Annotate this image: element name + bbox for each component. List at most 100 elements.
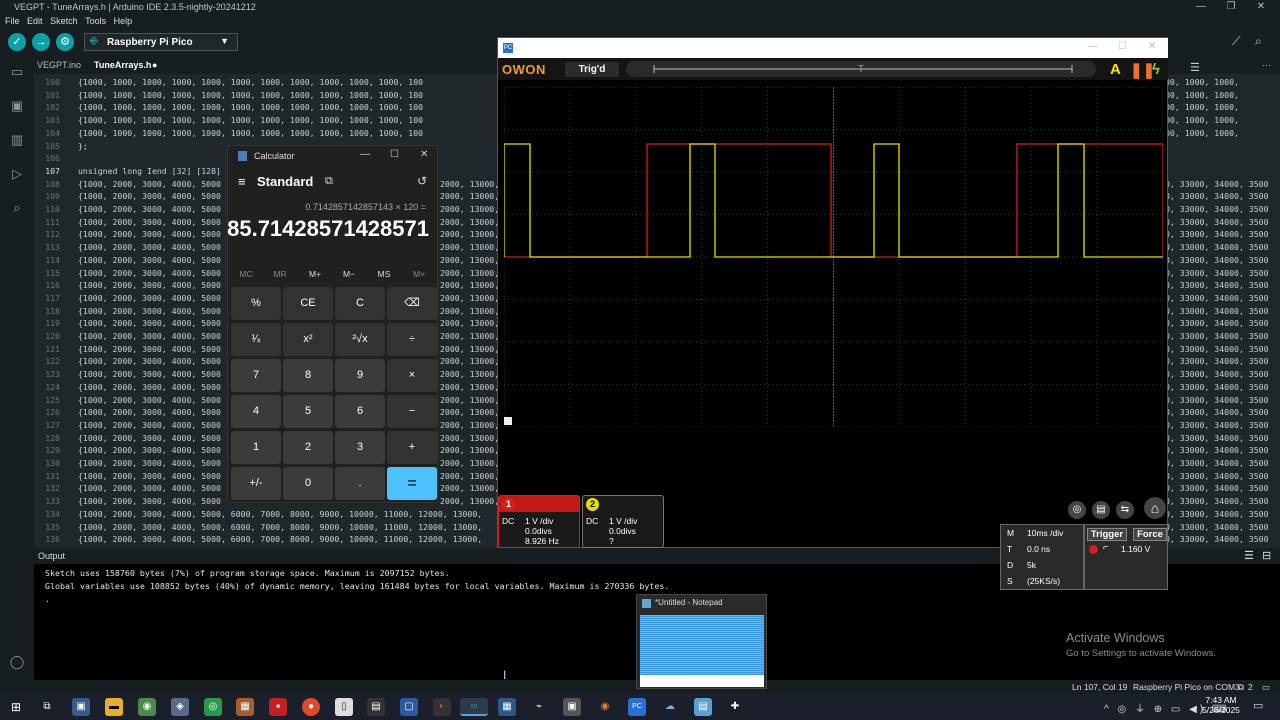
blender-icon[interactable]: ◉ — [596, 698, 614, 716]
digit-9-button[interactable]: 9 — [335, 359, 385, 392]
cursor-position[interactable]: Ln 107, Col 19 — [1072, 682, 1127, 692]
serial-monitor-icon[interactable]: ⌕ — [1255, 34, 1262, 49]
timebase-panel[interactable]: M 10ms /div T 0.0 ns D 5k S (25KS/s) — [1000, 524, 1084, 590]
taskbar-app-icon[interactable]: ☁ — [661, 698, 679, 716]
taskbar-clock[interactable]: 7:43 AM 5/26/2025 — [1196, 695, 1246, 715]
memory-store-button[interactable]: MS — [369, 269, 399, 279]
decimal-button[interactable]: . — [335, 467, 385, 500]
taskbar-app-icon[interactable]: ◈ — [171, 698, 189, 716]
menu-icon[interactable]: ≡ — [238, 174, 246, 189]
upload-button[interactable]: → — [32, 33, 50, 51]
profile-icon[interactable]: ◯ — [8, 654, 26, 670]
plus-button[interactable]: + — [387, 431, 437, 464]
memory-list-button[interactable]: M˅ — [404, 269, 434, 279]
keep-on-top-icon[interactable]: ⧉ — [325, 175, 333, 188]
minimize-icon[interactable]: — — [1186, 0, 1216, 14]
reciprocal-button[interactable]: ¹⁄ₓ — [231, 323, 281, 356]
debug-button[interactable]: ⚙ — [56, 33, 74, 51]
taskbar-app-icon[interactable]: ⌁ — [530, 698, 548, 716]
menu-tools[interactable]: Tools — [85, 14, 106, 28]
percent-button[interactable]: % — [231, 287, 281, 320]
square-root-button[interactable]: ²√x — [335, 323, 385, 356]
tab-tunearrays-h[interactable]: TuneArrays.h — [94, 60, 151, 70]
clear-entry-button[interactable]: CE — [283, 287, 333, 320]
close-icon[interactable]: ✕ — [420, 149, 428, 160]
gamepad-icon[interactable]: ✚ — [726, 698, 744, 716]
trigger-button[interactable]: Trigger — [1087, 528, 1127, 541]
taskbar-app-icon[interactable]: ▦ — [236, 698, 254, 716]
notification-icon[interactable]: ⧉ — [1238, 682, 1244, 693]
memory-timeline[interactable]: T — [626, 61, 1096, 77]
history-icon[interactable]: ↺ — [417, 174, 427, 188]
maximize-icon[interactable]: ❐ — [1216, 0, 1246, 14]
arduino-ide-taskbar-icon[interactable]: ∞ — [460, 698, 488, 716]
taskbar-app-icon[interactable]: ▢ — [400, 698, 418, 716]
digit-6-button[interactable]: 6 — [335, 395, 385, 428]
taskbar-app-icon[interactable]: ▣ — [563, 698, 581, 716]
serial-plotter-icon[interactable]: ⟋ — [1232, 34, 1240, 49]
menu-sketch[interactable]: Sketch — [50, 14, 78, 28]
force-button[interactable]: Force — [1133, 528, 1167, 541]
digit-7-button[interactable]: 7 — [231, 359, 281, 392]
digit-1-button[interactable]: 1 — [231, 431, 281, 464]
auto-set-icon[interactable]: A — [1110, 61, 1121, 78]
minus-button[interactable]: − — [387, 395, 437, 428]
taskbar-app-icon[interactable]: ◉ — [138, 698, 156, 716]
home-icon[interactable]: ⌂ — [1144, 497, 1166, 519]
panel-toggle-icon[interactable]: ▭ — [1262, 682, 1270, 693]
menu-edit[interactable]: Edit — [27, 14, 43, 28]
taskbar-app-icon[interactable]: ■ — [269, 698, 287, 716]
export-icon[interactable]: ⇆ — [1116, 501, 1134, 519]
save-icon[interactable]: ▤ — [1092, 501, 1110, 519]
boards-manager-icon[interactable]: ▣ — [8, 98, 26, 114]
memory-recall-button[interactable]: MR — [265, 269, 295, 279]
scope-menu-icon[interactable]: ☰ — [1190, 61, 1200, 74]
board-selector[interactable]: ⎆ Raspberry Pi Pico ▼ — [84, 33, 238, 51]
windows-start-icon[interactable]: ⊞ — [7, 698, 25, 716]
waveform-display[interactable] — [504, 87, 1163, 427]
search-icon[interactable]: ⌕ — [8, 200, 26, 216]
backspace-button[interactable]: ⌫ — [387, 287, 437, 320]
calculator-taskbar-icon[interactable]: ▦ — [498, 698, 516, 716]
menu-file[interactable]: File — [5, 14, 20, 28]
menu-help[interactable]: Help — [114, 14, 133, 28]
digit-5-button[interactable]: 5 — [283, 395, 333, 428]
tab-vegpt-ino[interactable]: VEGPT.ino — [37, 60, 81, 70]
clear-output-icon[interactable]: ☰ — [1244, 549, 1254, 562]
taskbar-app-icon[interactable]: ▤ — [367, 698, 385, 716]
negate-button[interactable]: +/- — [231, 467, 281, 500]
divide-button[interactable]: ÷ — [387, 323, 437, 356]
memory-clear-button[interactable]: MC — [231, 269, 261, 279]
digit-4-button[interactable]: 4 — [231, 395, 281, 428]
notepad-preview[interactable]: *Untitled - Notepad — [636, 594, 767, 689]
digit-3-button[interactable]: 3 — [335, 431, 385, 464]
square-button[interactable]: x² — [283, 323, 333, 356]
taskbar-app-icon[interactable]: ▯ — [335, 698, 353, 716]
taskbar-app-icon[interactable]: ◐ — [433, 698, 451, 716]
clear-button[interactable]: C — [335, 287, 385, 320]
board-port[interactable]: Raspberry Pi Pico on COM3 — [1133, 682, 1240, 692]
library-manager-icon[interactable]: ▥ — [8, 132, 26, 148]
file-explorer-icon[interactable]: ▬ — [105, 698, 123, 716]
notepad-thumbnail[interactable] — [640, 615, 764, 687]
more-icon[interactable]: ⋯ — [1262, 60, 1271, 71]
measure-icon[interactable]: ◎ — [1068, 501, 1086, 519]
action-center-icon[interactable]: ▭ — [1253, 699, 1263, 712]
channel-1-panel[interactable]: 1 DC 1 V /div 0.0divs 8.926 Hz — [498, 495, 580, 548]
close-icon[interactable]: ✕ — [1246, 0, 1276, 14]
minimize-icon[interactable]: — — [360, 149, 370, 160]
digit-8-button[interactable]: 8 — [283, 359, 333, 392]
channel-2-panel[interactable]: 2 DC 1 V /div 0.0divs ? — [582, 495, 664, 548]
close-icon[interactable]: ✕ — [1148, 41, 1156, 52]
taskbar-app-icon[interactable]: ▣ — [72, 698, 90, 716]
lock-icon[interactable]: ⊟ — [1262, 549, 1271, 562]
power-icon[interactable]: ϟ — [1152, 61, 1160, 78]
maximize-icon[interactable]: ☐ — [390, 149, 399, 160]
notepad-taskbar-icon[interactable]: ▤ — [694, 698, 712, 716]
verify-button[interactable]: ✓ — [8, 33, 26, 51]
chrome-icon[interactable]: ● — [302, 698, 320, 716]
minimize-icon[interactable]: — — [1088, 41, 1098, 52]
digit-2-button[interactable]: 2 — [283, 431, 333, 464]
memory-add-button[interactable]: M+ — [300, 269, 330, 279]
multiply-button[interactable]: × — [387, 359, 437, 392]
